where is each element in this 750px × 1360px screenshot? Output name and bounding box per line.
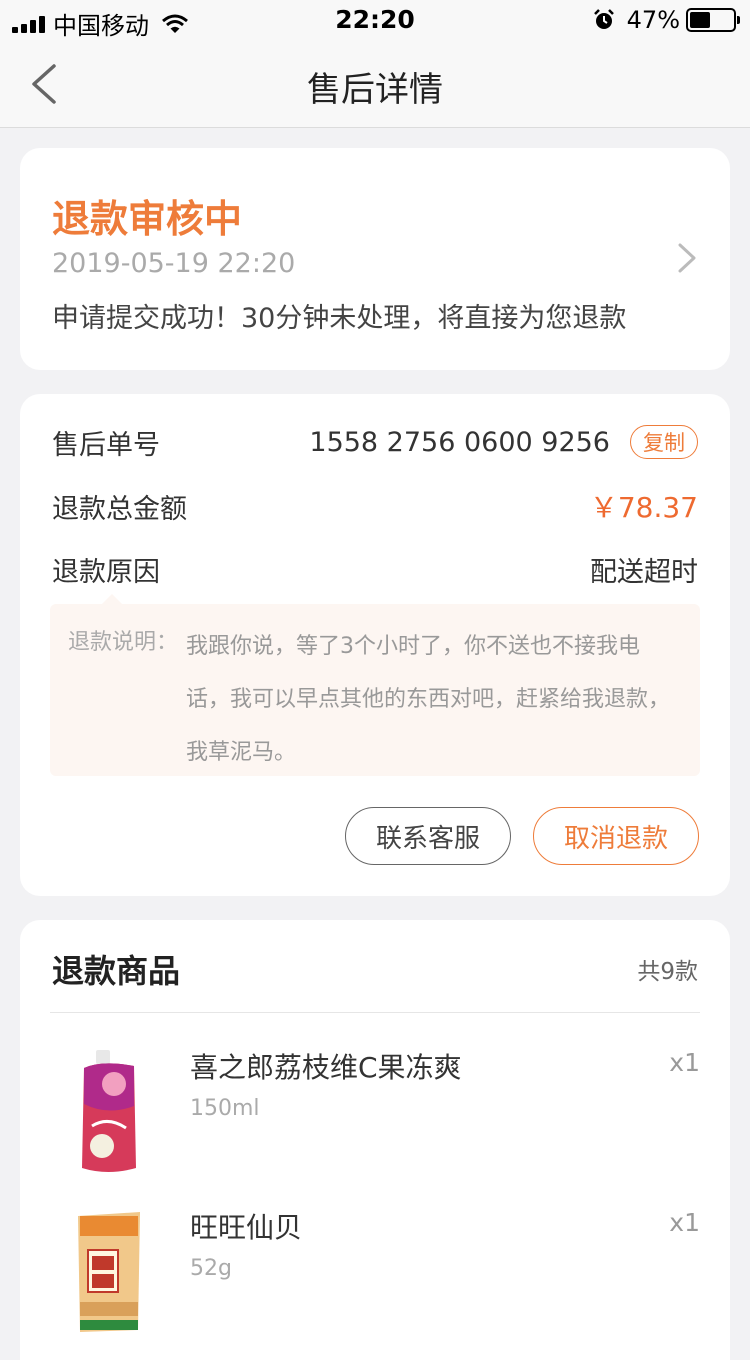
refund-reason-label: 退款原因 bbox=[52, 556, 160, 588]
battery-fill bbox=[690, 12, 710, 28]
refund-goods-card: 退款商品 共9款 喜之郎荔枝维C果冻爽 150ml x1 旺旺仙贝 52g x1 bbox=[20, 920, 730, 1360]
product-spec: 52g bbox=[190, 1256, 232, 1281]
order-number-value-wrap: 1558 2756 0600 9256 复制 bbox=[309, 425, 698, 459]
battery-icon bbox=[686, 8, 740, 32]
refund-amount: ￥78.37 bbox=[589, 491, 698, 524]
product-image-jelly bbox=[82, 1050, 136, 1172]
refund-amount-row: 退款总金额 ￥78.37 bbox=[52, 486, 698, 526]
status-right: 47% bbox=[593, 6, 740, 34]
refund-status-card[interactable]: 退款审核中 2019-05-19 22:20 申请提交成功！30分钟未处理，将直… bbox=[20, 148, 730, 370]
refund-goods-title: 退款商品 bbox=[52, 952, 181, 990]
order-number: 1558 2756 0600 9256 bbox=[309, 426, 610, 458]
battery-percent: 47% bbox=[626, 6, 680, 34]
order-number-label: 售后单号 bbox=[52, 429, 160, 461]
cancel-refund-button[interactable]: 取消退款 bbox=[533, 807, 699, 865]
product-name: 旺旺仙贝 bbox=[190, 1211, 303, 1244]
order-number-row: 售后单号 1558 2756 0600 9256 复制 bbox=[52, 422, 698, 462]
nav-bar: 售后详情 bbox=[0, 40, 750, 128]
alarm-icon bbox=[593, 9, 614, 29]
chevron-right-icon[interactable] bbox=[676, 242, 698, 274]
refund-amount-label: 退款总金额 bbox=[52, 493, 187, 525]
refund-goods-count: 共9款 bbox=[637, 959, 698, 985]
refund-details-card: 售后单号 1558 2756 0600 9256 复制 退款总金额 ￥78.37… bbox=[20, 394, 730, 896]
refund-status-title: 退款审核中 bbox=[52, 197, 243, 241]
list-item[interactable]: 喜之郎荔枝维C果冻爽 150ml x1 bbox=[50, 1040, 700, 1180]
product-name: 喜之郎荔枝维C果冻爽 bbox=[190, 1051, 462, 1084]
copy-button[interactable]: 复制 bbox=[630, 425, 698, 459]
divider bbox=[50, 1012, 700, 1013]
product-quantity: x1 bbox=[669, 1208, 700, 1237]
refund-note-label: 退款说明： bbox=[68, 630, 179, 655]
refund-reason-row: 退款原因 配送超时 bbox=[52, 549, 698, 589]
product-spec: 150ml bbox=[190, 1096, 260, 1121]
refund-note-text: 我跟你说，等了3个小时了，你不送也不接我电话，我可以早点其他的东西对吧，赶紧给我… bbox=[186, 634, 671, 765]
contact-service-button[interactable]: 联系客服 bbox=[345, 807, 511, 865]
refund-status-time: 2019-05-19 22:20 bbox=[52, 248, 296, 279]
refund-note-box: 退款说明： 我跟你说，等了3个小时了，你不送也不接我电话，我可以早点其他的东西对… bbox=[50, 594, 700, 776]
refund-status-message: 申请提交成功！30分钟未处理，将直接为您退款 bbox=[52, 303, 627, 334]
page-title: 售后详情 bbox=[307, 70, 443, 110]
status-bar: 中国移动 22:20 47% bbox=[0, 0, 750, 40]
refund-reason: 配送超时 bbox=[590, 556, 698, 588]
product-quantity: x1 bbox=[669, 1048, 700, 1077]
list-item[interactable]: 旺旺仙贝 52g x1 bbox=[50, 1200, 700, 1340]
product-image-crackers bbox=[78, 1212, 140, 1332]
